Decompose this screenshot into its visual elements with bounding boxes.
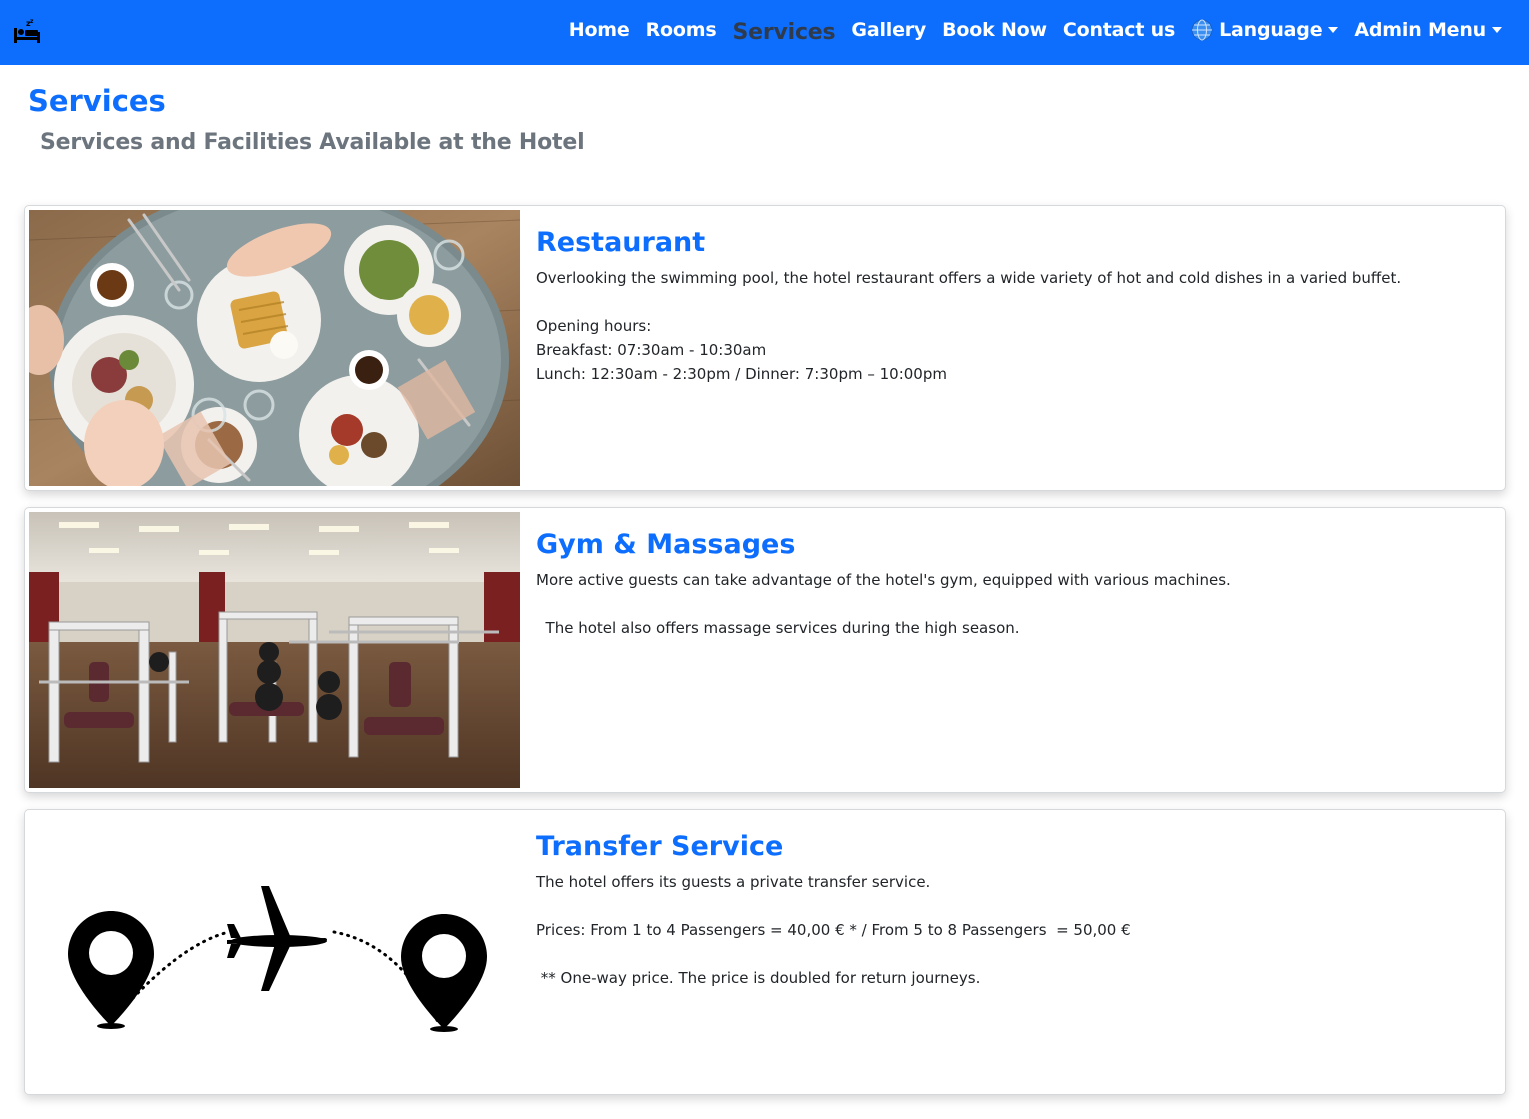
- gym-card-body: Gym & Massages More active guests can ta…: [536, 528, 1489, 640]
- service-card-restaurant: Restaurant Overlooking the swimming pool…: [24, 205, 1506, 491]
- nav-gallery[interactable]: Gallery: [843, 19, 934, 41]
- transfer-line-1: The hotel offers its guests a private tr…: [536, 873, 931, 891]
- gym-line-3: The hotel also offers massage services d…: [536, 619, 1020, 637]
- page-title: Services: [28, 84, 166, 118]
- chevron-down-icon: [1328, 27, 1339, 33]
- restaurant-line-3: Opening hours:: [536, 317, 652, 335]
- top-navbar: z z Home Rooms Services Gallery Book Now…: [0, 0, 1529, 65]
- restaurant-title: Restaurant: [536, 227, 706, 258]
- gym-line-2: [536, 592, 1489, 616]
- transfer-line-2: [536, 894, 1489, 918]
- transfer-title: Transfer Service: [536, 831, 784, 862]
- restaurant-line-5: Lunch: 12:30am - 2:30pm / Dinner: 7:30pm…: [536, 365, 947, 383]
- nav-services[interactable]: Services: [724, 20, 843, 45]
- language-label: Language: [1219, 19, 1323, 41]
- gym-photo: [29, 512, 520, 788]
- bed-sleep-icon[interactable]: z z: [13, 18, 41, 44]
- transfer-illustration: [29, 814, 520, 1090]
- transfer-line-3: Prices: From 1 to 4 Passengers = 40,00 €…: [536, 921, 1131, 939]
- restaurant-description: Overlooking the swimming pool, the hotel…: [536, 266, 1489, 386]
- nav-home[interactable]: Home: [561, 19, 638, 41]
- globe-icon: [1191, 19, 1213, 41]
- restaurant-line-1: Overlooking the swimming pool, the hotel…: [536, 269, 1402, 287]
- page-subtitle: Services and Facilities Available at the…: [40, 130, 585, 155]
- gym-line-1: More active guests can take advantage of…: [536, 571, 1231, 589]
- language-dropdown[interactable]: Language: [1183, 19, 1346, 41]
- nav-contact-us[interactable]: Contact us: [1055, 19, 1183, 41]
- restaurant-line-2: [536, 290, 1489, 314]
- nav-menu: Home Rooms Services Gallery Book Now Con…: [561, 0, 1510, 60]
- transfer-line-5: ** One-way price. The price is doubled f…: [536, 969, 981, 987]
- restaurant-photo: [29, 210, 520, 486]
- gym-description: More active guests can take advantage of…: [536, 568, 1489, 640]
- service-card-transfer: Transfer Service The hotel offers its gu…: [24, 809, 1506, 1095]
- nav-book-now[interactable]: Book Now: [934, 19, 1055, 41]
- admin-menu-label: Admin Menu: [1354, 19, 1486, 41]
- transfer-card-body: Transfer Service The hotel offers its gu…: [536, 830, 1489, 990]
- svg-text:z: z: [30, 18, 34, 25]
- restaurant-card-body: Restaurant Overlooking the swimming pool…: [536, 226, 1489, 386]
- transfer-description: The hotel offers its guests a private tr…: [536, 870, 1489, 990]
- transfer-line-4: [536, 942, 1489, 966]
- chevron-down-icon: [1492, 27, 1502, 33]
- nav-rooms[interactable]: Rooms: [638, 19, 725, 41]
- gym-title: Gym & Massages: [536, 529, 796, 560]
- service-card-gym: Gym & Massages More active guests can ta…: [24, 507, 1506, 793]
- admin-menu-dropdown[interactable]: Admin Menu: [1346, 19, 1510, 41]
- restaurant-line-4: Breakfast: 07:30am - 10:30am: [536, 341, 767, 359]
